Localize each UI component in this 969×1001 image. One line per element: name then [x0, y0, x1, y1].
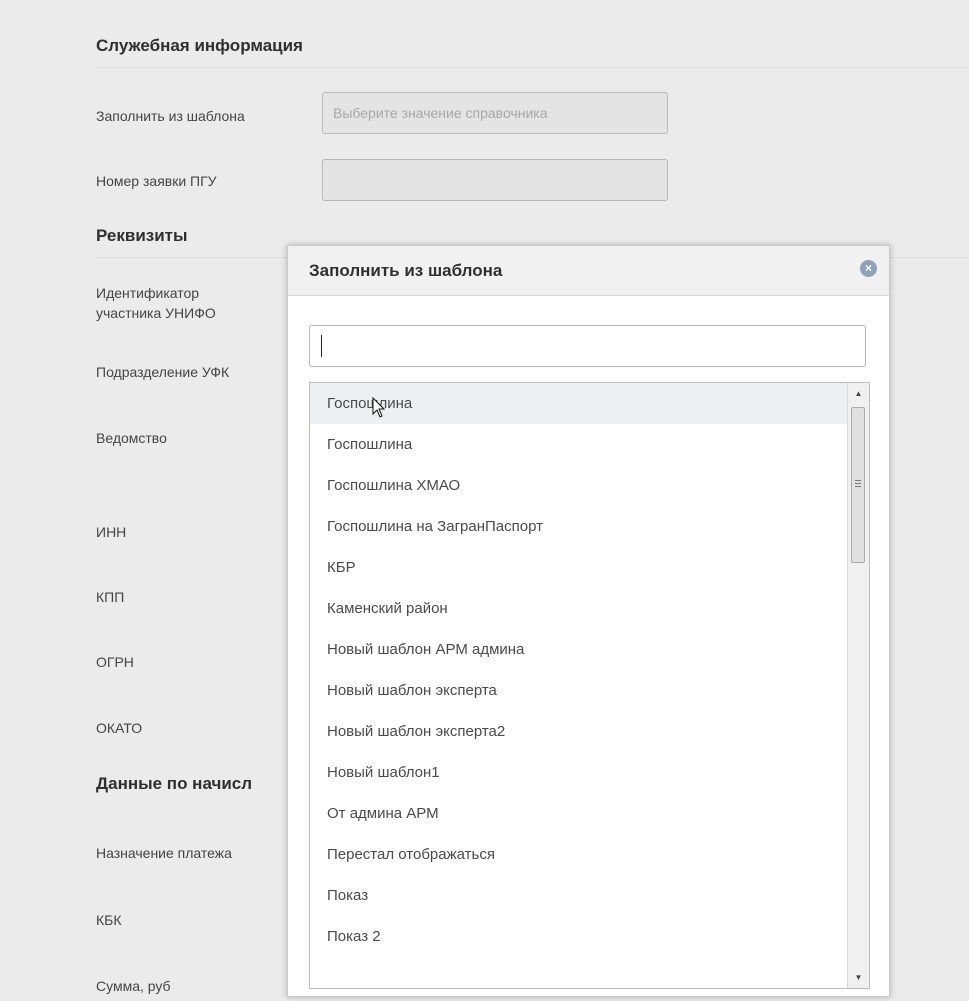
- list-item[interactable]: Новый шаблон эксперта: [310, 670, 847, 711]
- fill-template-label: Заполнить из шаблона: [96, 108, 245, 124]
- department-label: Ведомство: [96, 430, 167, 446]
- mouse-pointer-icon: [372, 397, 386, 418]
- list-scrollbar[interactable]: ▲ ▼: [847, 383, 869, 988]
- text-cursor: [321, 335, 322, 357]
- scroll-down-icon[interactable]: ▼: [848, 967, 869, 988]
- template-list: Госпошлина Госпошлина Госпошлина ХМАО Го…: [309, 382, 870, 989]
- inn-label: ИНН: [96, 524, 127, 540]
- section-divider: [96, 67, 969, 68]
- kpp-label: КПП: [96, 589, 125, 605]
- list-item[interactable]: Госпошлина на ЗагранПаспорт: [310, 506, 847, 547]
- list-item[interactable]: Новый шаблон эксперта2: [310, 711, 847, 752]
- list-item[interactable]: Каменский район: [310, 588, 847, 629]
- dialog-title: Заполнить из шаблона: [309, 261, 503, 280]
- list-item[interactable]: Новый шаблон АРМ админа: [310, 629, 847, 670]
- scroll-thumb[interactable]: [851, 407, 865, 563]
- list-item[interactable]: КБР: [310, 547, 847, 588]
- section-title-requisites: Реквизиты: [96, 226, 188, 245]
- payment-purpose-label: Назначение платежа: [96, 845, 232, 861]
- section-title-accrual-data: Данные по начисл: [96, 774, 253, 793]
- unifo-id-label-line2: участника УНИФО: [96, 305, 216, 321]
- ogrn-label: ОГРН: [96, 654, 134, 670]
- list-item[interactable]: Госпошлина: [310, 424, 847, 465]
- section-title-service-info: Служебная информация: [96, 36, 303, 55]
- template-dialog: Заполнить из шаблона × Госпошлина Госпош…: [287, 245, 890, 997]
- list-item[interactable]: Новый шаблон1: [310, 752, 847, 793]
- unifo-id-label: Идентификатор: [96, 285, 200, 301]
- kbk-label: КБК: [96, 912, 122, 928]
- ufk-division-label: Подразделение УФК: [96, 364, 230, 380]
- close-icon[interactable]: ×: [860, 260, 877, 277]
- dialog-header: Заполнить из шаблона ×: [288, 246, 889, 296]
- list-item[interactable]: От админа АРМ: [310, 793, 847, 834]
- amount-label: Сумма, руб: [96, 978, 171, 994]
- list-item[interactable]: Показ 2: [310, 916, 847, 957]
- fill-template-select[interactable]: Выберите значение справочника: [322, 92, 668, 134]
- pgu-request-label: Номер заявки ПГУ: [96, 173, 217, 189]
- template-search-input[interactable]: [309, 325, 866, 367]
- list-item[interactable]: Госпошлина: [310, 383, 847, 424]
- pgu-request-input[interactable]: [322, 159, 668, 201]
- list-item[interactable]: Госпошлина ХМАО: [310, 465, 847, 506]
- scroll-up-icon[interactable]: ▲: [848, 383, 869, 404]
- list-item[interactable]: Показ: [310, 875, 847, 916]
- okato-label: ОКАТО: [96, 720, 143, 736]
- list-item[interactable]: Перестал отображаться: [310, 834, 847, 875]
